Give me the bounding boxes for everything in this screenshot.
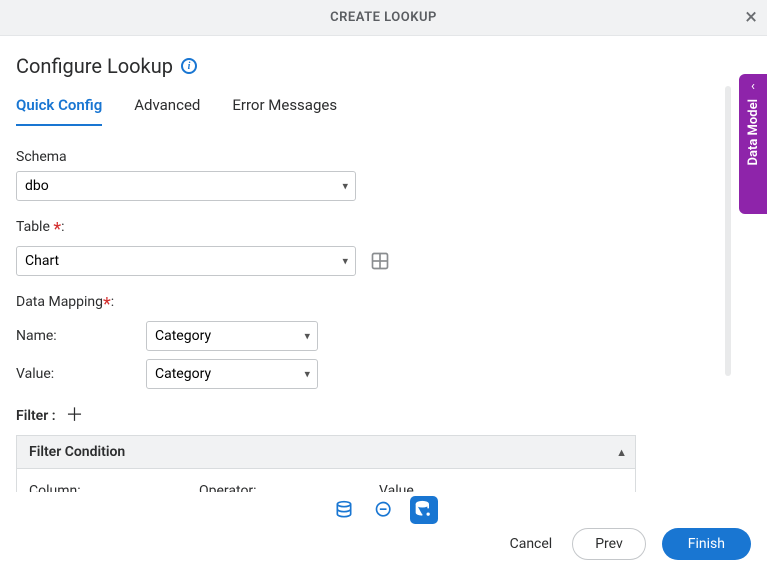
info-icon[interactable]: i: [181, 58, 197, 74]
zoom-out-icon[interactable]: [370, 496, 398, 524]
page-title: Configure Lookup: [16, 54, 173, 78]
content-area: Configure Lookup i Quick Config Advanced…: [0, 36, 767, 492]
tab-error-messages[interactable]: Error Messages: [232, 92, 337, 126]
table-select[interactable]: Chart: [16, 246, 356, 276]
tab-quick-config[interactable]: Quick Config: [16, 92, 102, 126]
mapping-field-group: Data Mapping*: Name: Category Value: Cat…: [16, 294, 751, 389]
finish-button[interactable]: Finish: [662, 528, 751, 560]
schema-select-wrap: dbo: [16, 171, 356, 201]
database-icon[interactable]: [330, 496, 358, 524]
close-icon[interactable]: ×: [745, 7, 757, 29]
table-select-wrap: Chart: [16, 246, 356, 276]
data-model-panel-tab[interactable]: ‹ Data Model: [739, 74, 767, 214]
mapping-label: Data Mapping*:: [16, 294, 751, 315]
table-grid-icon[interactable]: [370, 251, 390, 271]
filter-column-label: Column:: [29, 483, 199, 492]
filter-label: Filter :: [16, 408, 56, 424]
filter-condition-heading: Filter Condition: [29, 444, 125, 460]
mapping-value-row: Value: Category: [16, 359, 751, 389]
mapping-name-select[interactable]: Category: [146, 321, 318, 351]
add-filter-icon[interactable]: ＋: [66, 407, 84, 425]
collapse-icon[interactable]: ▲: [616, 446, 627, 459]
mapping-name-label: Name:: [16, 328, 146, 344]
table-label-text: Table: [16, 219, 50, 235]
footer-buttons: Cancel Prev Finish: [506, 528, 751, 560]
filter-table-head: Filter Condition ▲: [17, 436, 635, 469]
filter-operator-label: Operator:: [199, 483, 379, 492]
mapping-value-label: Value:: [16, 366, 146, 382]
page-title-row: Configure Lookup i: [16, 54, 751, 78]
prev-button[interactable]: Prev: [572, 528, 646, 560]
mapping-label-text: Data Mapping: [16, 294, 103, 310]
footer: Cancel Prev Finish: [0, 492, 767, 572]
data-model-label: Data Model: [746, 99, 761, 165]
footer-icons: [0, 492, 767, 524]
mapping-name-row: Name: Category: [16, 321, 751, 351]
mapping-name-select-wrap: Category: [146, 321, 318, 351]
schema-field-group: Schema dbo: [16, 149, 751, 201]
cancel-button[interactable]: Cancel: [506, 530, 557, 558]
tab-advanced[interactable]: Advanced: [134, 92, 200, 126]
chevron-left-icon: ‹: [751, 80, 755, 93]
schema-select[interactable]: dbo: [16, 171, 356, 201]
tabs: Quick Config Advanced Error Messages: [16, 92, 751, 127]
filter-table: Filter Condition ▲ Column: Operator: Val…: [16, 435, 636, 492]
dialog-title: CREATE LOOKUP: [330, 10, 437, 25]
database-settings-icon[interactable]: [410, 496, 438, 524]
table-field-group: Table *: Chart: [16, 219, 751, 276]
filter-value-label: Value: [379, 483, 529, 492]
scrollbar[interactable]: [725, 86, 731, 376]
schema-label: Schema: [16, 149, 751, 165]
required-icon: *: [53, 219, 61, 240]
mapping-value-select-wrap: Category: [146, 359, 318, 389]
titlebar: CREATE LOOKUP ×: [0, 0, 767, 36]
required-icon: *: [103, 294, 111, 315]
table-label: Table *:: [16, 219, 751, 240]
mapping-value-select[interactable]: Category: [146, 359, 318, 389]
filter-table-body: Column: Operator: Value: [17, 469, 635, 492]
filter-header: Filter : ＋: [16, 407, 751, 425]
